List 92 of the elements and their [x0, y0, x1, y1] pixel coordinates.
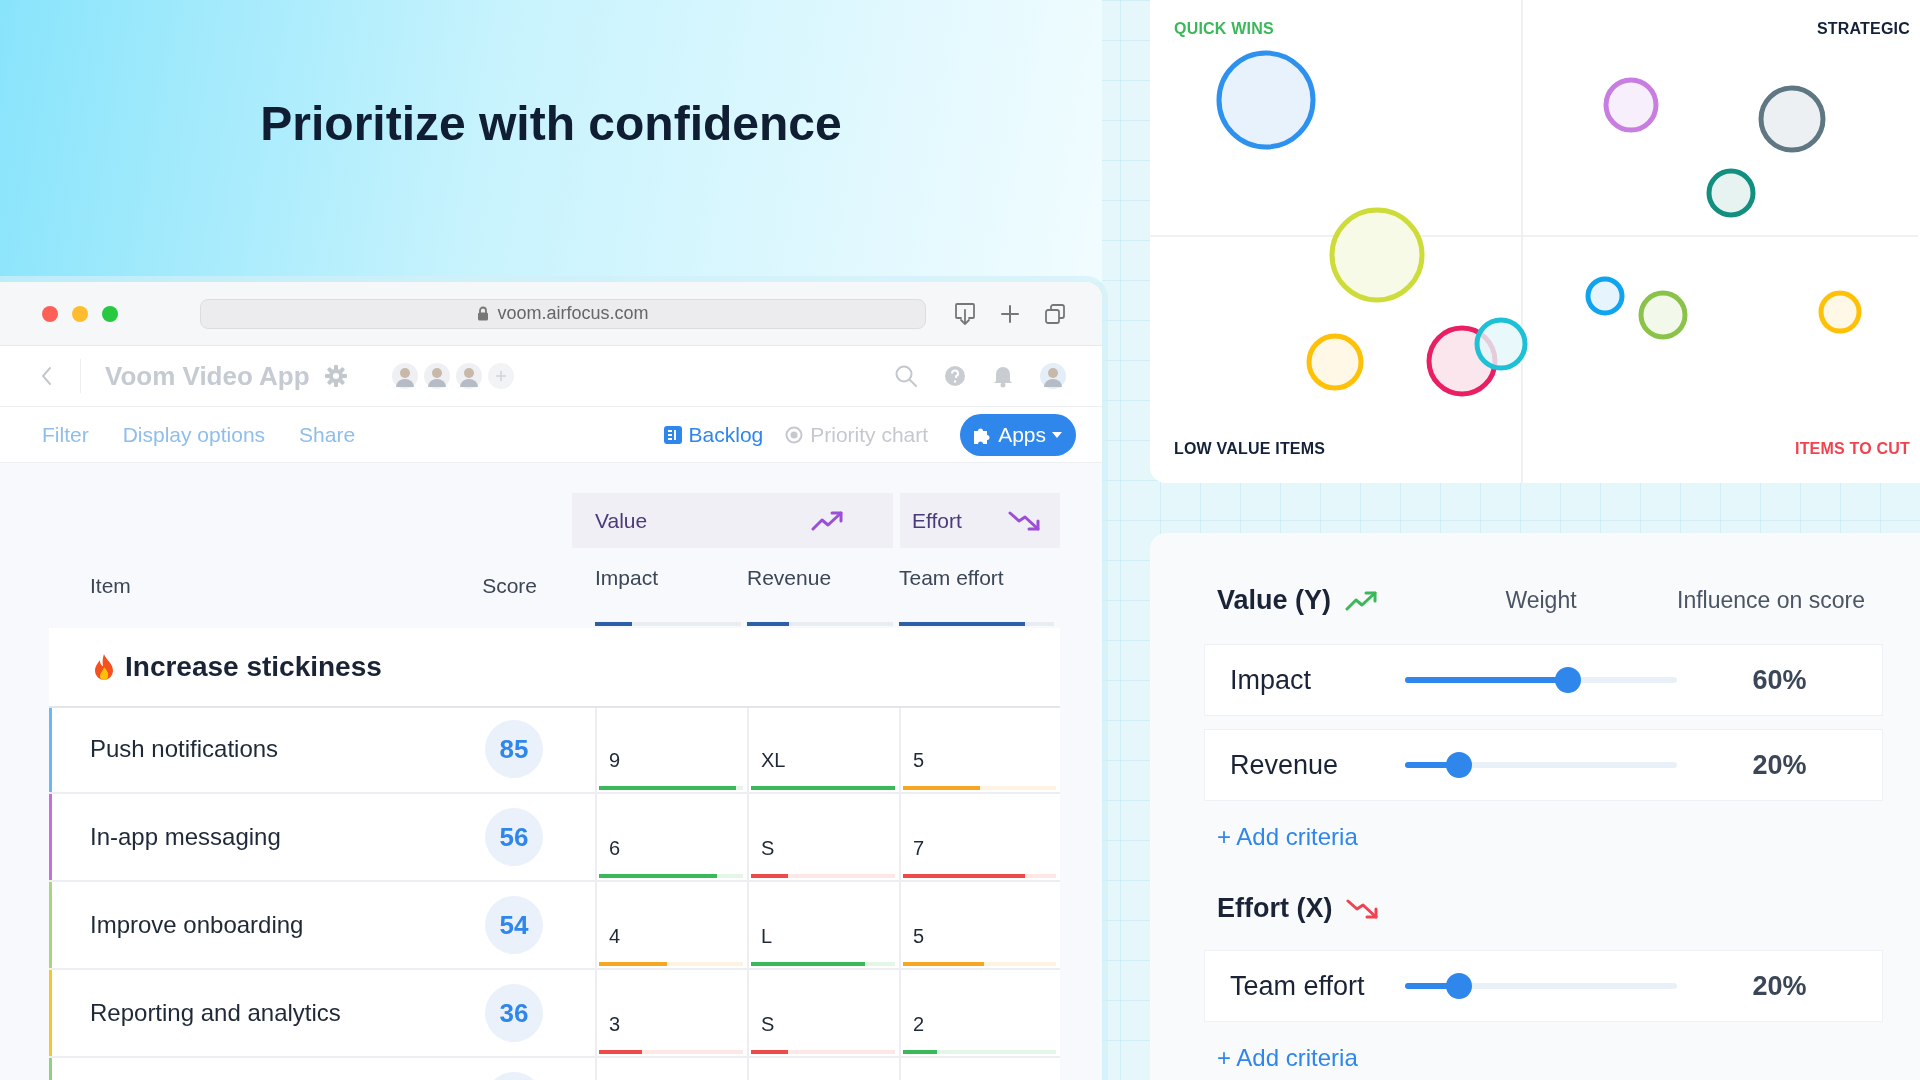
trend-up-icon	[1345, 589, 1380, 612]
list-icon	[663, 425, 682, 444]
table-cell-text: XL	[760, 749, 787, 773]
group-label: Effort	[912, 508, 962, 533]
table-cell-text: 4	[608, 925, 622, 949]
table-row[interactable]: In-app messaging 56 6 S 7	[49, 794, 1060, 882]
table-cell-text: L	[760, 925, 774, 949]
bell-icon[interactable]	[992, 364, 1014, 388]
caret-icon	[1052, 431, 1062, 438]
table-cell-text: 5	[912, 925, 926, 949]
toolbar-link[interactable]: Share	[299, 422, 356, 447]
maximize-button[interactable]	[102, 305, 118, 322]
avatar-icon[interactable]	[391, 363, 418, 389]
column-header: Revenue	[747, 566, 833, 590]
table-cell-text: 5	[912, 749, 926, 773]
trend-down-icon	[1346, 897, 1381, 920]
view-tab[interactable]: Backlog	[663, 422, 764, 447]
user-avatar-icon[interactable]	[1040, 363, 1066, 389]
column-header: Impact	[595, 566, 660, 590]
table-cell-text: S	[760, 837, 776, 861]
quadrant-label: QUICK WINS	[1174, 20, 1274, 38]
lock-icon	[477, 306, 490, 321]
item-name: Reporting and analytics	[90, 999, 341, 1027]
table-row[interactable]: Push notifications 85 9 XL 5	[49, 706, 1060, 794]
section-title: Effort (X)	[1217, 893, 1333, 924]
criteria-name: Impact	[1229, 664, 1313, 696]
criteria-name: Revenue	[1229, 749, 1340, 781]
add-member-icon[interactable]	[487, 363, 514, 389]
search-icon[interactable]	[894, 364, 918, 388]
avatar-icon[interactable]	[455, 363, 482, 389]
item-name: Improve onboarding	[90, 911, 304, 939]
url-text: voom.airfocus.com	[497, 303, 649, 324]
back-icon[interactable]	[40, 366, 52, 386]
bubble	[1638, 290, 1688, 340]
download-icon[interactable]	[954, 301, 976, 326]
table-cell-text: 6	[608, 837, 622, 861]
table-row[interactable]: Improve onboarding 54 4 L 5	[49, 882, 1060, 970]
bubble	[1306, 333, 1364, 391]
plus-icon[interactable]	[1000, 303, 1020, 324]
item-name: In-app messaging	[90, 823, 281, 851]
table-cell-text: 3	[608, 1013, 622, 1037]
quadrant-label: ITEMS TO CUT	[1795, 440, 1910, 458]
target-icon	[785, 425, 804, 444]
influence-value: 60%	[1751, 664, 1808, 696]
project-title: Voom Video App	[105, 360, 310, 392]
address-bar[interactable]: voom.airfocus.com	[200, 298, 926, 329]
criteria-name: Team effort	[1229, 970, 1366, 1002]
tabs-icon[interactable]	[1044, 302, 1066, 325]
table-cell-text: 2	[912, 1013, 926, 1037]
avatar-icon[interactable]	[423, 363, 450, 389]
quadrant-label: LOW VALUE ITEMS	[1174, 440, 1326, 458]
toolbar-link[interactable]: Display options	[122, 422, 266, 447]
column-header: Influence on score	[1677, 587, 1866, 614]
bubble	[1585, 276, 1625, 316]
weight-slider[interactable]	[1405, 667, 1677, 693]
bubble	[1758, 85, 1826, 153]
toolbar-link[interactable]: Filter	[42, 422, 89, 447]
group-title: Increase stickiness	[125, 651, 382, 683]
section-title: Value (Y)	[1217, 585, 1332, 616]
column-header: Team effort	[899, 566, 1005, 590]
weight-slider[interactable]	[1405, 752, 1677, 778]
column-header: Item	[90, 574, 131, 598]
score-badge: 54	[485, 896, 543, 954]
group-label: Value	[595, 508, 648, 533]
fire-icon	[93, 653, 115, 681]
minimize-button[interactable]	[72, 305, 88, 322]
influence-value: 20%	[1751, 749, 1808, 781]
score-badge: 36	[485, 984, 543, 1042]
bubble	[1706, 168, 1756, 218]
trend-down-icon	[1008, 509, 1042, 532]
apps-button[interactable]: Apps	[960, 413, 1076, 456]
help-icon[interactable]	[944, 365, 966, 387]
column-header: Weight	[1504, 587, 1578, 614]
table-cell-text: S	[760, 1013, 776, 1037]
quadrant-label: STRATEGIC	[1816, 20, 1910, 38]
item-name: Push notifications	[90, 735, 279, 763]
bubble	[1818, 290, 1862, 334]
bubble	[1603, 77, 1659, 133]
add-criteria-link[interactable]: + Add criteria	[1217, 820, 1358, 854]
add-criteria-link[interactable]: + Add criteria	[1217, 1041, 1358, 1075]
influence-value: 20%	[1751, 970, 1808, 1002]
table-cell-text: 9	[608, 749, 622, 773]
settings-icon[interactable]	[323, 364, 348, 388]
headline: Prioritize with confidence	[260, 95, 842, 151]
score-badge: 56	[485, 808, 543, 866]
table-cell-text: 7	[912, 837, 926, 861]
table-row[interactable]: Reporting and analytics 36 3 S 2	[49, 970, 1060, 1058]
column-header: Score	[482, 574, 537, 598]
close-button[interactable]	[42, 305, 58, 322]
score-badge: 85	[485, 720, 543, 778]
weight-slider[interactable]	[1405, 973, 1677, 999]
trend-up-icon	[811, 509, 845, 532]
